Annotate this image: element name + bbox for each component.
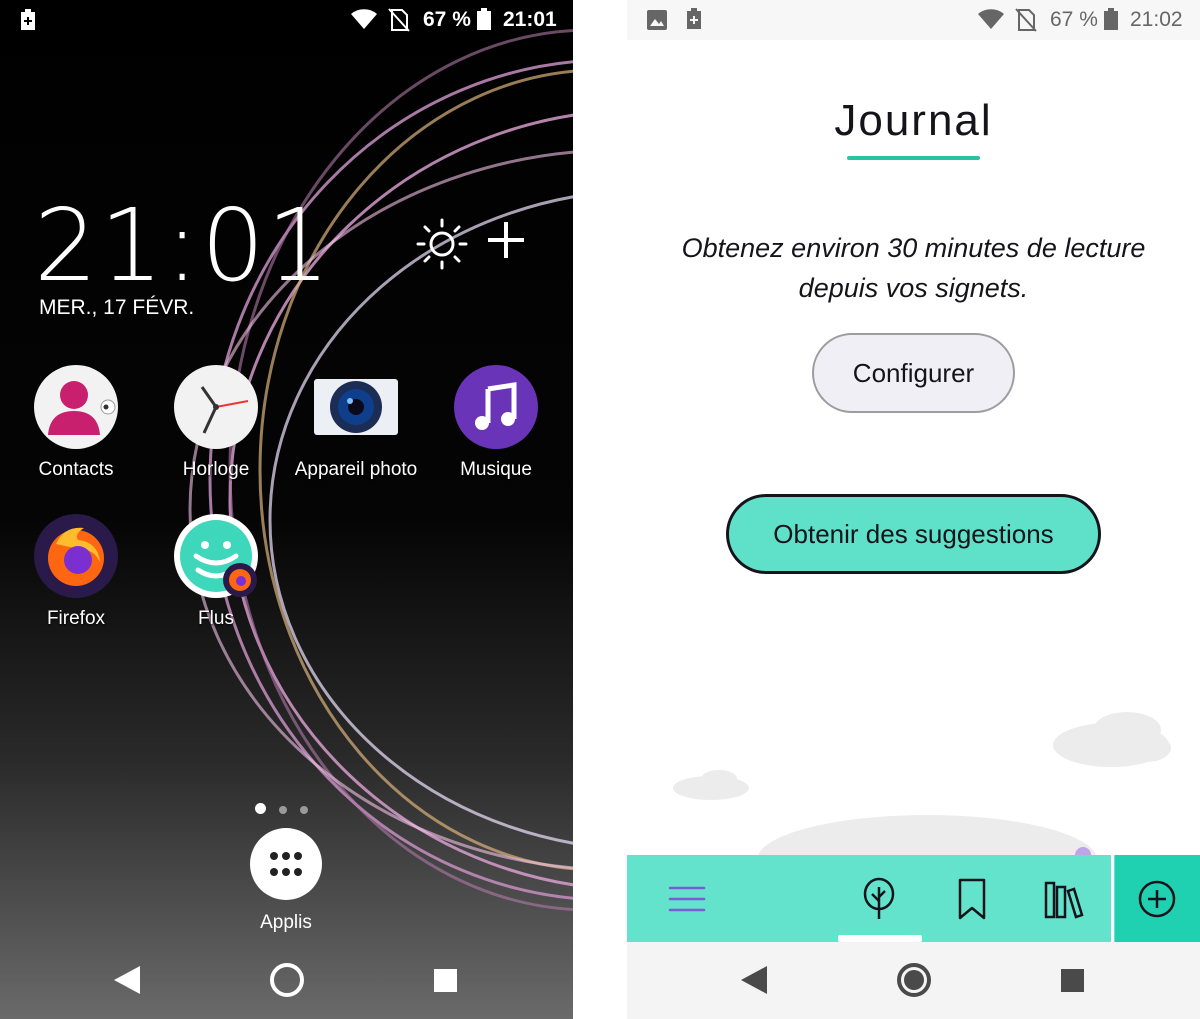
app-label: Horloge [182, 459, 250, 480]
app-musique[interactable]: Musique [426, 365, 566, 481]
clock-icon [174, 365, 258, 449]
page-title: Journal [834, 96, 993, 145]
battery-saver-icon [687, 8, 701, 29]
navigation-bar [114, 963, 457, 997]
app-horloge[interactable]: Horloge [146, 365, 286, 481]
add-widget-icon[interactable] [484, 218, 528, 262]
home-screen: 67 % 21:01 21:01 MER., 17 FÉVR. Contacts… [0, 0, 573, 1019]
contacts-icon [34, 365, 118, 449]
configure-button[interactable]: Configurer [812, 333, 1015, 413]
battery-saver-icon [21, 9, 35, 30]
no-sim-icon [388, 8, 410, 32]
journal-intro-text: Obtenez environ 30 minutes de lecture de… [681, 233, 1146, 303]
app-appareil-photo[interactable]: Appareil photo [286, 365, 426, 481]
title-underline [847, 156, 980, 160]
battery-percent: 67 % [423, 8, 471, 31]
get-suggestions-button[interactable]: Obtenir des suggestions [726, 494, 1101, 574]
weather-sun-icon[interactable] [415, 217, 469, 271]
music-icon [454, 365, 538, 449]
active-tab-indicator [838, 935, 922, 942]
app-label: Contacts [38, 459, 114, 480]
menu-icon[interactable] [667, 879, 707, 919]
page-indicator [255, 801, 321, 819]
recents-button[interactable] [434, 969, 457, 992]
clock-widget-date: MER., 17 FÉVR. [39, 296, 195, 319]
page-dot-active [255, 803, 266, 814]
app-contacts[interactable]: Contacts [6, 365, 146, 481]
toolbar-divider [1111, 855, 1114, 942]
app-grid-icon [270, 852, 302, 876]
flus-app-screen: 67 % 21:02 Journal Obtenez environ 30 mi… [627, 0, 1200, 1019]
firefox-icon [34, 514, 118, 598]
page-dot [279, 806, 287, 814]
status-bar: 67 % 21:02 [627, 0, 1200, 40]
flus-icon [174, 514, 258, 598]
bottom-toolbar [627, 855, 1200, 942]
no-sim-icon [1015, 8, 1037, 32]
back-button[interactable] [114, 966, 140, 994]
wifi-icon [978, 9, 1004, 29]
home-button[interactable] [270, 963, 304, 997]
library-icon[interactable] [1042, 877, 1086, 921]
navigation-bar [627, 942, 1200, 1019]
app-flus[interactable]: Flus [146, 514, 286, 630]
status-bar: 67 % 21:01 [0, 0, 573, 40]
battery-icon [477, 8, 491, 30]
bookmark-icon[interactable] [954, 877, 990, 921]
status-time: 21:01 [503, 8, 557, 31]
app-label: Appareil photo [294, 459, 418, 480]
app-label: Firefox [46, 608, 106, 629]
image-notification-icon [647, 10, 667, 30]
status-time: 21:02 [1130, 8, 1183, 31]
app-drawer-label: Applis [260, 912, 312, 933]
camera-icon [314, 365, 398, 449]
app-label: Flus [198, 608, 234, 629]
wifi-icon [351, 9, 377, 29]
app-drawer-button[interactable] [250, 828, 322, 900]
recents-button[interactable] [1061, 969, 1084, 992]
add-icon [1138, 880, 1176, 918]
add-link-button[interactable] [1115, 855, 1200, 942]
battery-icon [1104, 8, 1118, 30]
tree-icon[interactable] [859, 877, 899, 921]
landscape-illustration [673, 712, 1171, 855]
app-firefox[interactable]: Firefox [6, 514, 146, 630]
page-dot [300, 806, 308, 814]
app-label: Musique [460, 459, 532, 480]
battery-percent: 67 % [1050, 8, 1098, 31]
clock-widget-time[interactable]: 21:01 [34, 196, 332, 296]
